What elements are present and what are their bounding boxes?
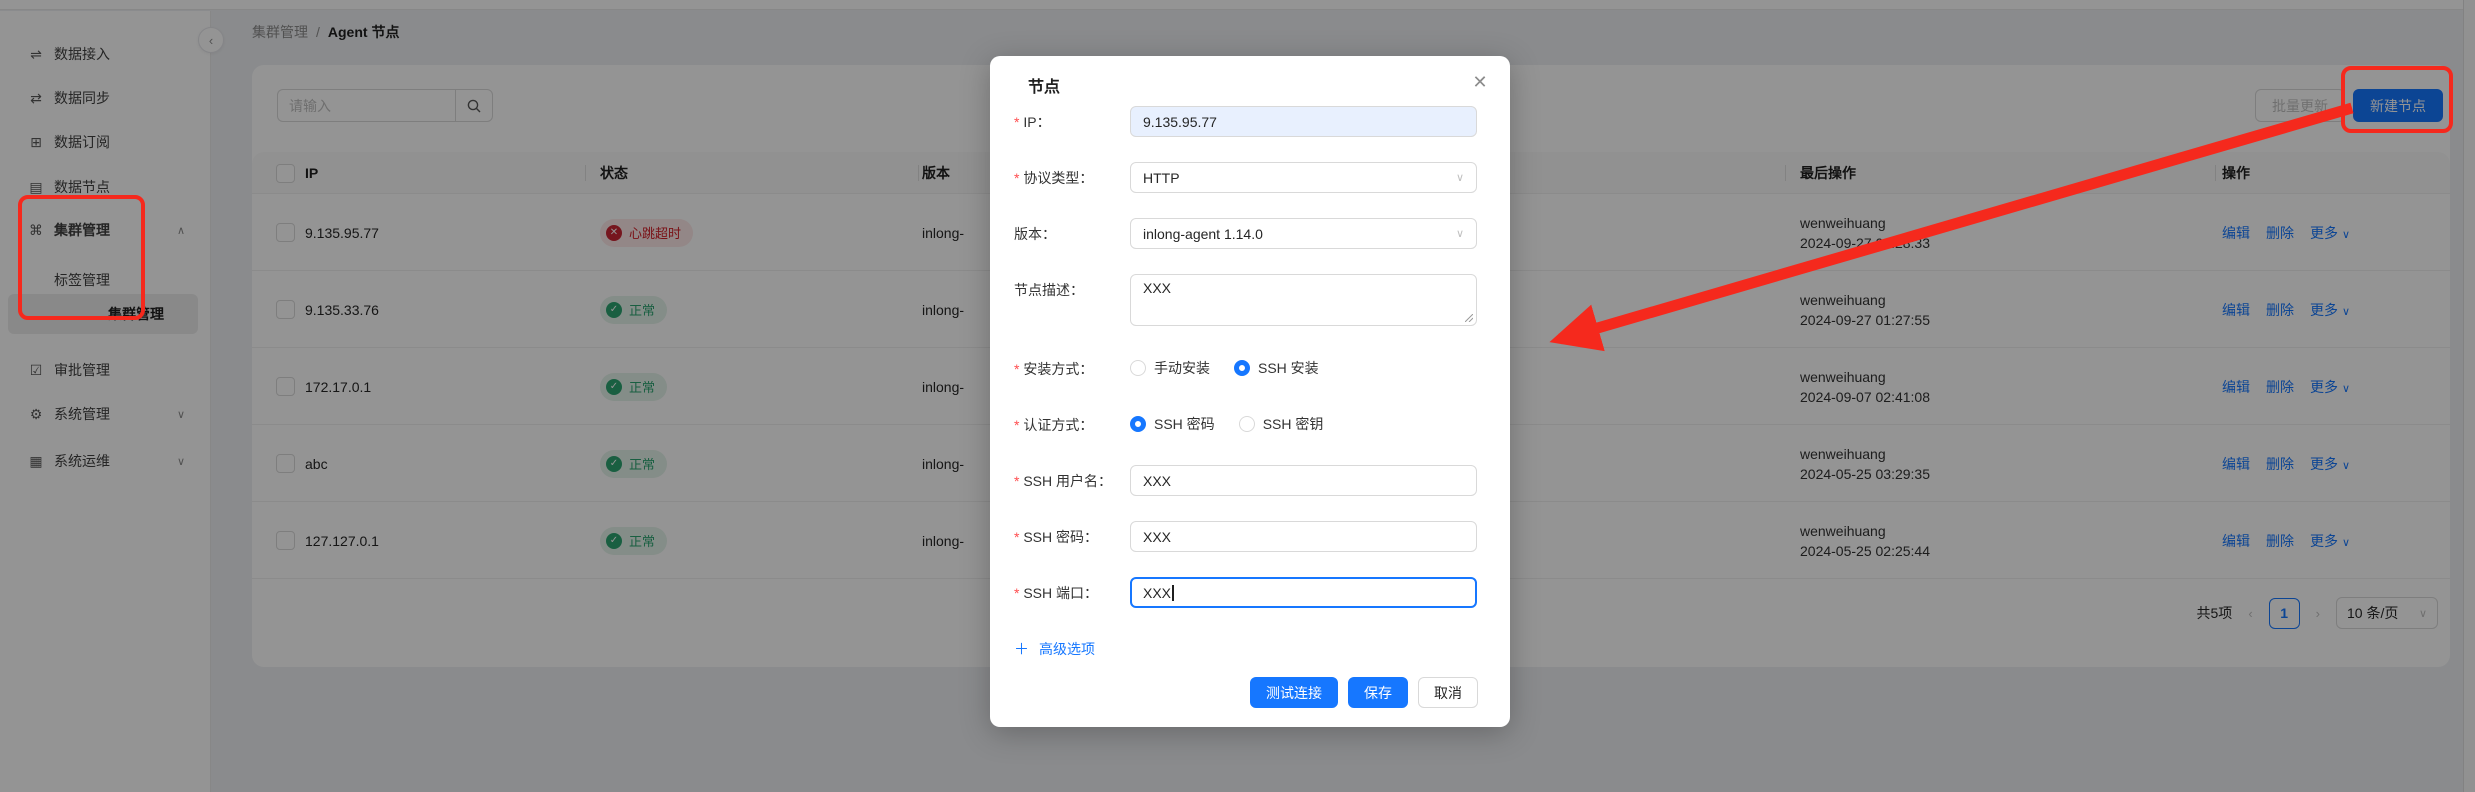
protocol-value: HTTP [1143,170,1180,186]
form-row-ssh-user: SSH 用户名： XXX [990,465,1510,496]
ssh-port-value: XXX [1143,585,1171,601]
ssh-user-input[interactable]: XXX [1130,465,1477,496]
version-select[interactable]: inlong-agent 1.14.0 ∨ [1130,218,1477,249]
annotation-rect-create-node [2341,66,2453,133]
cancel-button[interactable]: 取消 [1418,677,1478,708]
radio-on-icon [1130,416,1146,432]
ssh-password-input[interactable]: XXX [1130,521,1477,552]
plus-icon: ＋ [1014,638,1029,659]
chevron-down-icon: ∨ [1456,227,1464,240]
ssh-user-label: SSH 用户名： [1014,471,1112,491]
form-row-auth: 认证方式： SSH 密码 SSH 密钥 [990,413,1510,435]
radio-label: SSH 安装 [1258,358,1319,378]
form-row-install: 安装方式： 手动安装 SSH 安装 [990,357,1510,379]
version-label: 版本： [1014,224,1056,244]
radio-off-icon [1130,360,1146,376]
ssh-port-input[interactable]: XXX [1130,577,1477,608]
radio-label: SSH 密钥 [1263,414,1324,434]
form-row-ip: IP： 9.135.95.77 [990,106,1510,137]
test-connection-button[interactable]: 测试连接 [1250,677,1338,708]
ssh-password-label: SSH 密码： [1014,527,1098,547]
resize-grip-icon[interactable] [1465,314,1473,322]
description-textarea[interactable]: XXX [1130,274,1477,326]
text-caret [1172,585,1174,601]
radio-label: 手动安装 [1154,358,1210,378]
annotation-rect-sidebar-cluster [18,195,145,320]
version-value: inlong-agent 1.14.0 [1143,226,1263,242]
form-row-ssh-password: SSH 密码： XXX [990,521,1510,552]
radio-ssh-install[interactable]: SSH 安装 [1234,358,1319,378]
description-label: 节点描述： [1014,280,1084,300]
advanced-options-link[interactable]: ＋ 高级选项 [1014,638,1095,659]
radio-off-icon [1239,416,1255,432]
install-label: 安装方式： [1014,359,1093,379]
description-value: XXX [1143,280,1171,296]
protocol-select[interactable]: HTTP ∨ [1130,162,1477,193]
chevron-down-icon: ∨ [1456,171,1464,184]
ip-value: 9.135.95.77 [1143,114,1217,130]
ssh-password-value: XXX [1143,529,1171,545]
form-row-ssh-port: SSH 端口： XXX [990,577,1510,608]
form-row-description: 节点描述： XXX [990,274,1510,326]
radio-ssh-key[interactable]: SSH 密钥 [1239,414,1324,434]
radio-ssh-password[interactable]: SSH 密码 [1130,414,1215,434]
screen: ⇌数据接入 ⇄数据同步 ⊞数据订阅 ▤数据节点 ⌘集群管理∧ 标签管理 集群管理… [0,0,2475,792]
advanced-options-label: 高级选项 [1039,639,1095,659]
node-modal: 节点 ✕ IP： 9.135.95.77 协议类型： HTTP ∨ 版本： inl… [990,56,1510,727]
modal-footer: 测试连接 保存 取消 [990,677,1510,708]
save-button[interactable]: 保存 [1348,677,1408,708]
modal-title: 节点 [1028,73,1060,97]
form-row-protocol: 协议类型： HTTP ∨ [990,162,1510,193]
radio-label: SSH 密码 [1154,414,1215,434]
radio-on-icon [1234,360,1250,376]
ip-input[interactable]: 9.135.95.77 [1130,106,1477,137]
radio-manual-install[interactable]: 手动安装 [1130,358,1210,378]
auth-label: 认证方式： [1014,415,1093,435]
ip-label: IP： [1014,112,1051,132]
ssh-user-value: XXX [1143,473,1171,489]
protocol-label: 协议类型： [1014,168,1093,188]
form-row-version: 版本： inlong-agent 1.14.0 ∨ [990,218,1510,249]
close-icon[interactable]: ✕ [1468,70,1492,94]
ssh-port-label: SSH 端口： [1014,583,1098,603]
